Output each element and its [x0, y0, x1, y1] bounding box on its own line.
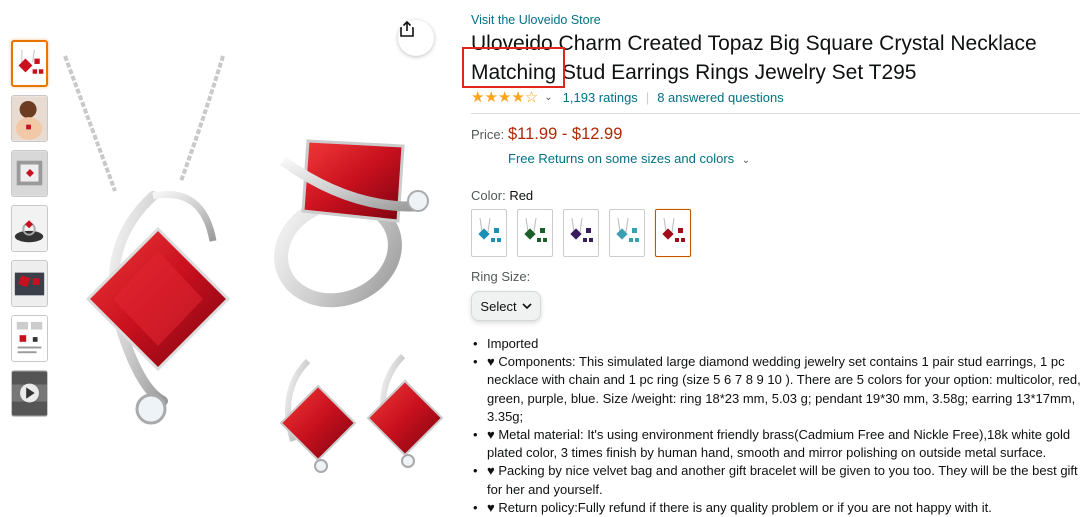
- bullet-item: ♥ Metal material: It's using environment…: [471, 426, 1080, 462]
- bullet-item: ♥ Packing by nice velvet bag and another…: [471, 462, 1080, 498]
- thumbnail-5[interactable]: [11, 260, 48, 307]
- ratings-link[interactable]: 1,193 ratings: [563, 89, 638, 107]
- share-button[interactable]: [398, 20, 434, 56]
- swatch-multicolor[interactable]: [471, 209, 507, 257]
- bullet-item: ♥ Return policy:Fully refund if there is…: [471, 499, 1080, 517]
- share-icon: [400, 20, 414, 37]
- thumbnail-video[interactable]: [11, 370, 48, 417]
- questions-link[interactable]: 8 answered questions: [657, 89, 783, 107]
- color-label-row: Color: Red: [471, 188, 1080, 203]
- ring-size-label: Ring Size:: [471, 269, 531, 284]
- thumbnail-strip: [11, 40, 49, 425]
- color-label: Color:: [471, 188, 506, 203]
- ring-size-select[interactable]: Select: [471, 291, 541, 321]
- product-title: Uloveido Charm Created Topaz Big Square …: [462, 29, 1080, 88]
- thumbnail-2[interactable]: [11, 95, 48, 142]
- divider: [471, 113, 1080, 114]
- rating-row: ★★★★☆ ⌄ 1,193 ratings | 8 answered quest…: [471, 89, 1080, 107]
- chevron-down-icon: [521, 302, 532, 309]
- chevron-down-icon[interactable]: ⌄: [544, 89, 552, 107]
- swatch-purple[interactable]: [563, 209, 599, 257]
- color-swatches: [471, 209, 1080, 257]
- thumbnail-1[interactable]: [11, 40, 48, 87]
- free-returns-text: Free Returns on some sizes and colors: [508, 151, 735, 166]
- bullet-item: Imported: [471, 335, 1080, 353]
- swatch-blue[interactable]: [609, 209, 645, 257]
- swatch-red[interactable]: [655, 209, 691, 257]
- brand-highlight-box: [462, 47, 565, 88]
- thumbnail-4[interactable]: [11, 205, 48, 252]
- star-rating-icon[interactable]: ★★★★☆: [471, 89, 538, 107]
- thumbnail-6[interactable]: [11, 315, 48, 362]
- chevron-down-icon: ⌄: [741, 155, 751, 166]
- product-details: Visit the Uloveido Store Uloveido Charm …: [462, 12, 1080, 517]
- rating-separator: |: [645, 90, 650, 105]
- price-label: Price:: [471, 127, 505, 142]
- store-link[interactable]: Visit the Uloveido Store: [471, 12, 1080, 28]
- feature-bullets: Imported ♥ Components: This simulated la…: [471, 335, 1080, 517]
- ring-size-select-label: Select: [480, 298, 517, 314]
- free-returns-link[interactable]: Free Returns on some sizes and colors ⌄: [508, 151, 1080, 166]
- swatch-green[interactable]: [517, 209, 553, 257]
- price-value: $11.99 - $12.99: [508, 125, 623, 143]
- color-selected: Red: [509, 188, 534, 203]
- bullet-item: ♥ Components: This simulated large diamo…: [471, 353, 1080, 426]
- jewelry-set-illustration: [63, 55, 443, 473]
- main-product-image[interactable]: [53, 11, 443, 517]
- price-row: Price: $11.99 - $12.99: [471, 125, 1080, 144]
- thumbnail-3[interactable]: [11, 150, 48, 197]
